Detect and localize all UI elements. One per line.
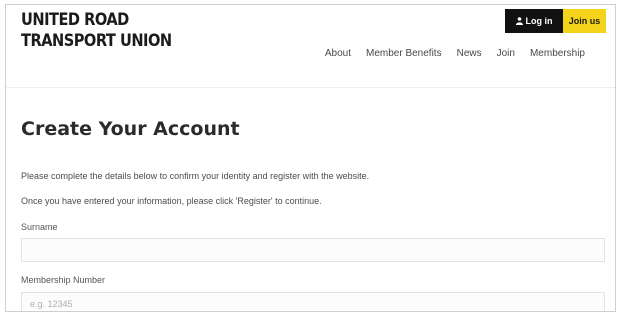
nav-item-news[interactable]: News: [457, 48, 482, 59]
join-us-button[interactable]: Join us: [563, 9, 606, 33]
header-divider: [6, 87, 615, 88]
join-label: Join us: [568, 16, 601, 26]
nav-item-membership[interactable]: Membership: [530, 48, 585, 59]
nav-item-member-benefits[interactable]: Member Benefits: [366, 48, 442, 59]
main-nav: About Member Benefits News Join Membersh…: [325, 47, 603, 59]
membership-number-label: Membership Number: [21, 275, 106, 285]
user-icon: [515, 17, 523, 25]
intro-text-1: Please complete the details below to con…: [21, 171, 370, 181]
login-label: Log in: [525, 16, 553, 26]
surname-label: Surname: [21, 222, 58, 232]
nav-item-about[interactable]: About: [325, 48, 351, 59]
logo-line-2: TRANSPORT UNION: [21, 31, 172, 51]
login-button[interactable]: Log in: [505, 9, 563, 33]
membership-number-input[interactable]: [21, 292, 605, 311]
logo-line-1: UNITED ROAD: [21, 10, 129, 30]
surname-input[interactable]: [21, 238, 605, 262]
site-logo[interactable]: UNITED ROAD TRANSPORT UNION: [21, 10, 172, 52]
page-title: Create Your Account: [21, 118, 240, 140]
nav-item-join[interactable]: Join: [497, 48, 515, 59]
page-frame: UNITED ROAD TRANSPORT UNION Log in Join …: [5, 4, 616, 312]
intro-text-2: Once you have entered your information, …: [21, 196, 322, 206]
